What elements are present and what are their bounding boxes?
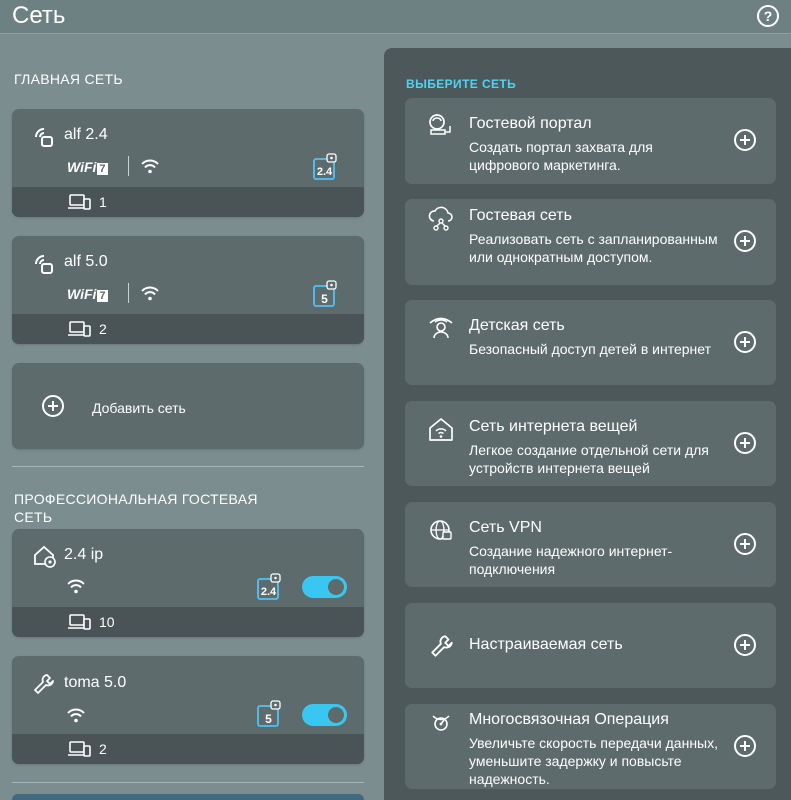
section-divider bbox=[12, 466, 364, 467]
kids-icon bbox=[429, 317, 453, 339]
band-label: 2.4 bbox=[316, 166, 333, 178]
vpn-globe-icon bbox=[430, 520, 452, 540]
next-card-peek[interactable] bbox=[12, 794, 364, 800]
option-title: Детская сеть bbox=[469, 317, 565, 334]
multilink-icon bbox=[432, 715, 450, 731]
card-footer: 2 bbox=[12, 734, 364, 764]
iot-home-icon bbox=[429, 418, 453, 441]
option-vpn-network[interactable]: Сеть VPN Создание надежного интернет-под… bbox=[405, 502, 776, 587]
add-network-button[interactable]: Добавить сеть bbox=[12, 363, 364, 449]
band-label: 5 bbox=[321, 292, 328, 306]
add-option-button[interactable] bbox=[734, 230, 756, 252]
option-description: Создать портал захвата для цифрового мар… bbox=[469, 139, 653, 173]
network-name: 2.4 ip bbox=[64, 546, 104, 563]
option-title: Гостевой портал bbox=[469, 115, 592, 132]
add-option-button[interactable] bbox=[734, 432, 756, 454]
divider bbox=[128, 283, 129, 303]
network-name: toma 5.0 bbox=[64, 674, 127, 691]
guest-network-icon bbox=[428, 206, 453, 231]
devices-icon bbox=[68, 321, 91, 337]
option-kids-network[interactable]: Детская сеть Безопасный доступ детей в и… bbox=[405, 300, 776, 385]
add-option-button[interactable] bbox=[734, 634, 756, 656]
client-count: 1 bbox=[99, 194, 107, 210]
client-count: 10 bbox=[99, 614, 115, 630]
option-title: Настраиваемая сеть bbox=[469, 636, 623, 653]
client-count: 2 bbox=[99, 321, 107, 337]
option-custom-network[interactable]: Настраиваемая сеть bbox=[405, 603, 776, 688]
option-title: Сеть VPN bbox=[469, 519, 542, 536]
option-description: Увеличьте скорость передачи данных, умен… bbox=[469, 735, 719, 787]
network-name: alf 5.0 bbox=[64, 253, 108, 270]
pro-guest-section-title: ПРОФЕССИОНАЛЬНАЯ ГОСТЕВАЯ СЕТЬ bbox=[14, 491, 258, 525]
add-option-button[interactable] bbox=[734, 331, 756, 353]
option-multilink-operation[interactable]: Многосвязочная Операция Увеличьте скорос… bbox=[405, 704, 776, 789]
option-guest-portal[interactable]: Гостевой портал Создать портал захвата д… bbox=[405, 98, 776, 184]
guest-card-2-4-ip[interactable]: 2.4 ip 2.4 10 bbox=[12, 529, 364, 637]
devices-icon bbox=[68, 194, 91, 210]
option-title: Гостевая сеть bbox=[469, 207, 572, 224]
guest-home-gear-icon bbox=[34, 545, 56, 568]
option-guest-network[interactable]: Гостевая сеть Реализовать сеть с заплани… bbox=[405, 199, 776, 285]
wrench-icon bbox=[431, 635, 453, 657]
band-label: 5 bbox=[265, 712, 272, 726]
band-label: 2.4 bbox=[260, 586, 277, 598]
add-option-button[interactable] bbox=[734, 735, 756, 757]
wifi-signal-icon bbox=[67, 708, 85, 723]
option-description: Реализовать сеть с запланированным или о… bbox=[469, 231, 718, 265]
network-name: alf 2.4 bbox=[64, 126, 108, 143]
add-option-button[interactable] bbox=[734, 129, 756, 151]
network-enable-toggle[interactable] bbox=[302, 576, 347, 598]
plus-circle-icon bbox=[42, 395, 64, 417]
card-footer: 2 bbox=[12, 314, 364, 344]
option-description: Создание надежного интернет-подключения bbox=[469, 543, 673, 577]
guest-card-toma-5-0[interactable]: toma 5.0 5 2 bbox=[12, 656, 364, 764]
wrench-icon bbox=[34, 674, 54, 694]
devices-icon bbox=[68, 614, 91, 630]
option-description: Легкое создание отдельной сети для устро… bbox=[469, 442, 709, 476]
card-footer: 10 bbox=[12, 607, 364, 637]
wifi-signal-icon bbox=[141, 286, 159, 301]
add-option-button[interactable] bbox=[734, 533, 756, 555]
main-network-section-title: ГЛАВНАЯ СЕТЬ bbox=[14, 71, 123, 87]
wifi7-logo: WiFi 7 bbox=[67, 159, 108, 175]
wifi7-logo: WiFi 7 bbox=[67, 286, 108, 302]
option-iot-network[interactable]: Сеть интернета вещей Легкое создание отд… bbox=[405, 401, 776, 486]
router-wifi-icon bbox=[35, 255, 53, 274]
option-title: Сеть интернета вещей bbox=[469, 418, 638, 435]
add-network-label: Добавить сеть bbox=[92, 400, 186, 416]
choose-network-title: ВЫБЕРИТЕ СЕТЬ bbox=[406, 77, 517, 91]
network-card-alf-5-0[interactable]: alf 5.0 WiFi 7 5 2 bbox=[12, 236, 364, 344]
wifi-signal-icon bbox=[141, 159, 159, 174]
toggle-knob bbox=[328, 579, 344, 595]
page-title: Сеть bbox=[12, 2, 66, 29]
divider bbox=[128, 156, 129, 176]
network-enable-toggle[interactable] bbox=[302, 704, 347, 726]
network-card-alf-2-4[interactable]: alf 2.4 WiFi 7 2.4 1 bbox=[12, 109, 364, 217]
option-description: Безопасный доступ детей в интернет bbox=[469, 341, 711, 357]
top-bar: Сеть ? bbox=[0, 0, 791, 34]
help-icon[interactable]: ? bbox=[757, 5, 779, 27]
portal-icon bbox=[429, 114, 451, 135]
section-divider bbox=[12, 782, 364, 783]
devices-icon bbox=[68, 741, 91, 757]
wifi-signal-icon bbox=[67, 579, 85, 594]
option-title: Многосвязочная Операция bbox=[469, 711, 669, 728]
client-count: 2 bbox=[99, 741, 107, 757]
toggle-knob bbox=[328, 707, 344, 723]
router-wifi-icon bbox=[35, 128, 53, 147]
card-footer: 1 bbox=[12, 187, 364, 217]
